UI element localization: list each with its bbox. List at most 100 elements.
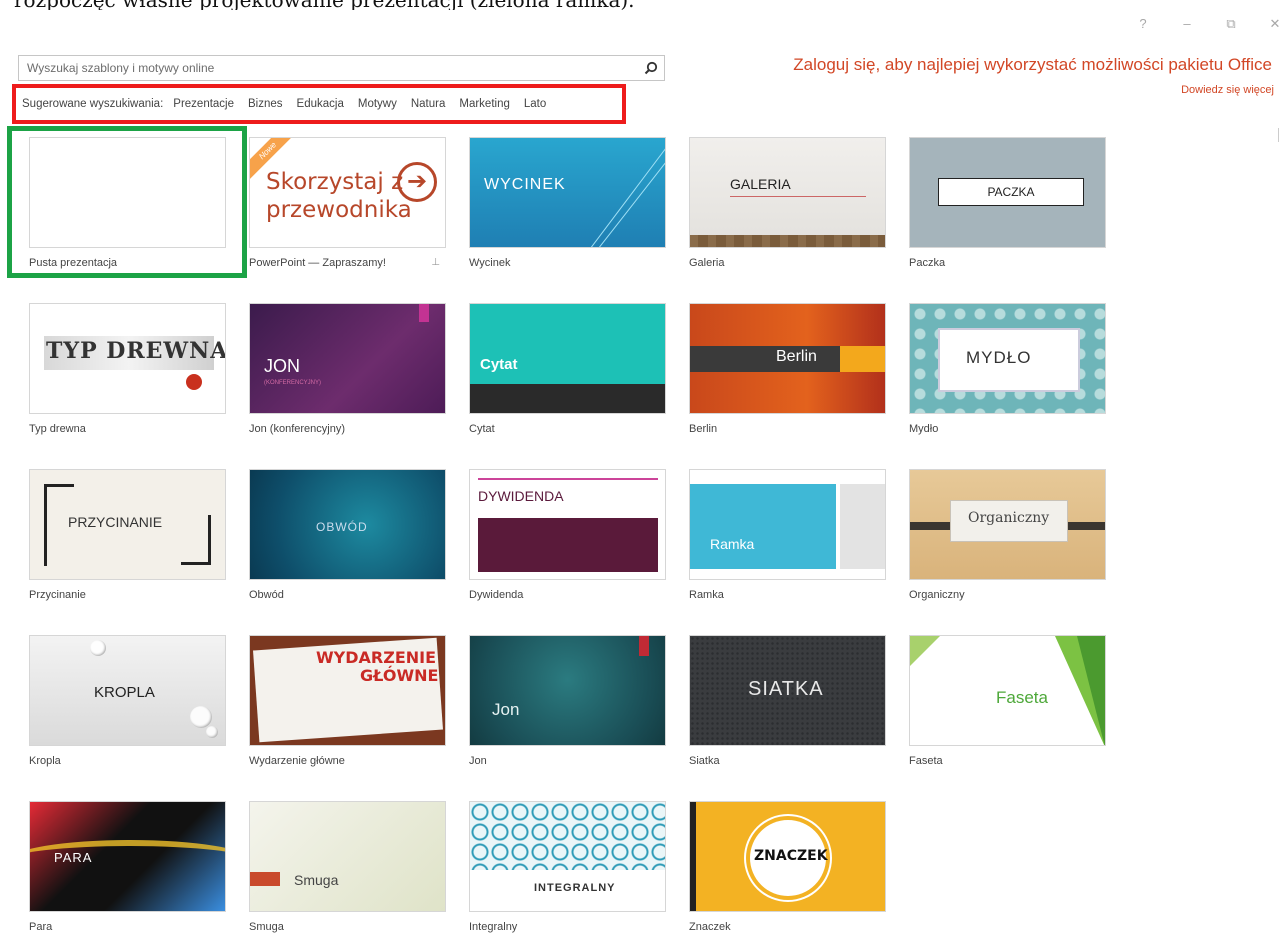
template-tile[interactable]: Berlin Berlin	[689, 303, 886, 435]
pattern-decoration	[470, 802, 665, 870]
template-thumbnail: WYCINEK	[469, 137, 666, 248]
thumbnail-title: OBWÓD	[316, 520, 368, 534]
thumbnail-title: Organiczny	[968, 510, 1050, 526]
template-tile[interactable]: ZNACZEK Znaczek	[689, 801, 886, 933]
tab-decoration	[639, 636, 649, 656]
template-name: Integralny	[469, 921, 518, 933]
tab-decoration	[419, 304, 429, 322]
learn-more-link[interactable]: Dowiedz się więcej	[1181, 84, 1274, 96]
suggested-search-link[interactable]: Prezentacje	[173, 98, 234, 110]
restore-button[interactable]: ⧉	[1224, 16, 1238, 32]
thumbnail-title: Skorzystaj z przewodnika	[266, 169, 412, 223]
thumbnail-title: Cytat	[480, 356, 518, 373]
thumbnail-title: WYDARZENIE	[316, 648, 437, 667]
thumbnail-title-line2: GŁÓWNE	[360, 666, 439, 685]
template-thumbnail: WYDARZENIE GŁÓWNE	[249, 635, 446, 746]
suggested-search-link[interactable]: Marketing	[459, 98, 510, 110]
droplet-decoration	[90, 640, 106, 656]
template-thumbnail: Faseta	[909, 635, 1106, 746]
arrow-icon: ➔	[397, 162, 437, 202]
thumbnail-title: MYDŁO	[966, 348, 1032, 367]
template-thumbnail: Jon	[469, 635, 666, 746]
template-tile[interactable]: GALERIA Galeria	[689, 137, 886, 269]
thumbnail-title: INTEGRALNY	[534, 882, 616, 894]
template-tile[interactable]: Ramka Ramka	[689, 469, 886, 601]
window-controls: ? – ⧉ ✕	[1136, 16, 1282, 32]
search-button[interactable]	[638, 56, 664, 80]
template-tile[interactable]: Faseta Faseta	[909, 635, 1106, 767]
help-icon[interactable]: ?	[1136, 16, 1150, 32]
thumbnail-title: PRZYCINANIE	[68, 514, 163, 530]
thumbnail-title: Faseta	[996, 688, 1048, 707]
thumbnail-title: Berlin	[776, 348, 817, 365]
close-button[interactable]: ✕	[1268, 16, 1282, 32]
thumbnail-title: WYCINEK	[484, 176, 566, 193]
facet-decoration	[1077, 636, 1105, 745]
template-thumbnail: PARA	[29, 801, 226, 912]
template-tile[interactable]: WYCINEK Wycinek	[469, 137, 666, 269]
suggested-searches: Sugerowane wyszukiwania: Prezentacje Biz…	[12, 84, 626, 124]
template-name: Berlin	[689, 423, 718, 435]
scrollbar[interactable]	[1278, 128, 1282, 142]
template-name: Jon	[469, 755, 487, 767]
thumbnail-title: Smuga	[294, 872, 339, 888]
suggested-search-link[interactable]: Edukacja	[297, 98, 344, 110]
template-name: PowerPoint — Zapraszamy!	[249, 257, 386, 269]
template-tile[interactable]: KROPLA Kropla	[29, 635, 226, 767]
template-tile[interactable]: Nowe Skorzystaj z przewodnika ➔ PowerPoi…	[249, 137, 446, 269]
template-tile[interactable]: OBWÓD Obwód	[249, 469, 446, 601]
template-tile[interactable]: Jon Jon	[469, 635, 666, 767]
template-thumbnail	[29, 137, 226, 248]
sign-in-prompt[interactable]: Zaloguj się, aby najlepiej wykorzystać m…	[793, 55, 1272, 75]
template-tile[interactable]: PARA Para	[29, 801, 226, 933]
template-tile[interactable]: INTEGRALNY Integralny	[469, 801, 666, 933]
suggested-search-link[interactable]: Motywy	[358, 98, 397, 110]
thumbnail-title: ZNACZEK	[754, 848, 828, 864]
corner-decoration	[181, 515, 211, 565]
template-name: Mydło	[909, 423, 939, 435]
template-tile[interactable]: Pusta prezentacja	[29, 137, 226, 269]
template-name: Dywidenda	[469, 589, 524, 601]
template-search-box	[18, 55, 665, 81]
template-thumbnail: TYP DREWNA	[29, 303, 226, 414]
suggested-search-link[interactable]: Lato	[524, 98, 546, 110]
thumbnail-title: GALERIA	[730, 176, 791, 192]
template-thumbnail: GALERIA	[689, 137, 886, 248]
thumbnail-title: Jon	[492, 700, 520, 719]
template-thumbnail: Berlin	[689, 303, 886, 414]
template-tile[interactable]: JON (KONFERENCYJNY) Jon (konferencyjny)	[249, 303, 446, 435]
template-tile[interactable]: PRZYCINANIE Przycinanie	[29, 469, 226, 601]
template-name: Wydarzenie główne	[249, 755, 345, 767]
template-thumbnail: SIATKA	[689, 635, 886, 746]
template-thumbnail: DYWIDENDA	[469, 469, 666, 580]
template-tile[interactable]: Organiczny Organiczny	[909, 469, 1106, 601]
template-tile[interactable]: DYWIDENDA Dywidenda	[469, 469, 666, 601]
template-tile[interactable]: PACZKA Paczka	[909, 137, 1106, 269]
thumbnail-title: Ramka	[710, 536, 755, 552]
divider	[478, 478, 658, 480]
minimize-button[interactable]: –	[1180, 16, 1194, 32]
template-tile[interactable]: MYDŁO Mydło	[909, 303, 1106, 435]
template-name: Para	[29, 921, 53, 933]
template-tile[interactable]: SIATKA Siatka	[689, 635, 886, 767]
template-name: Cytat	[469, 423, 495, 435]
thumbnail-title: PACZKA	[938, 178, 1084, 206]
pin-icon[interactable]: ⊥	[431, 257, 440, 268]
suggested-search-link[interactable]: Biznes	[248, 98, 283, 110]
droplet-decoration	[190, 706, 212, 728]
droplet-decoration	[206, 726, 218, 738]
template-tile[interactable]: TYP DREWNA Typ drewna	[29, 303, 226, 435]
template-name: Ramka	[689, 589, 724, 601]
suggested-search-link[interactable]: Natura	[411, 98, 446, 110]
template-tile[interactable]: Smuga Smuga	[249, 801, 446, 933]
template-name: Jon (konferencyjny)	[249, 423, 345, 435]
template-name: Kropla	[29, 755, 61, 767]
suggested-searches-label: Sugerowane wyszukiwania:	[22, 98, 164, 110]
template-search-input[interactable]	[19, 61, 638, 75]
template-thumbnail: Smuga	[249, 801, 446, 912]
template-name: Pusta prezentacja	[29, 257, 118, 269]
template-name: Smuga	[249, 921, 284, 933]
template-thumbnail: Nowe Skorzystaj z przewodnika ➔	[249, 137, 446, 248]
template-tile[interactable]: WYDARZENIE GŁÓWNE Wydarzenie główne	[249, 635, 446, 767]
template-tile[interactable]: Cytat Cytat	[469, 303, 666, 435]
